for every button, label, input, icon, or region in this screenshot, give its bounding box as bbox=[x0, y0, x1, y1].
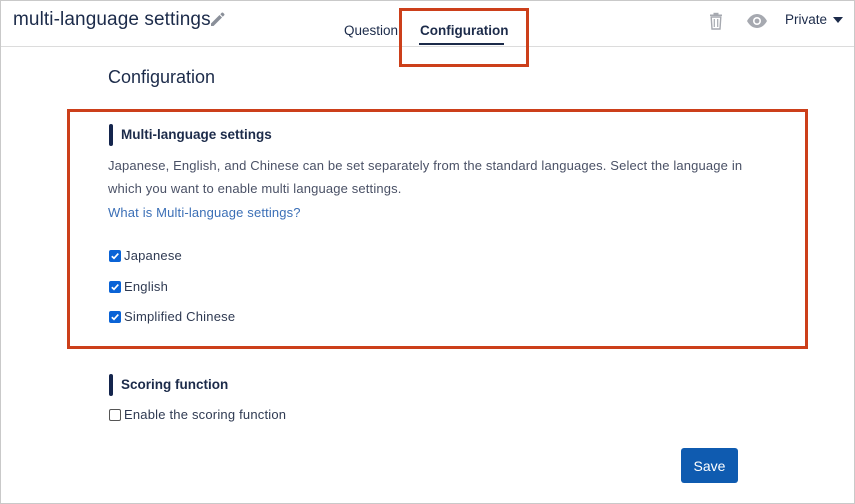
checkbox-label: Japanese bbox=[124, 248, 182, 263]
active-tab-indicator bbox=[419, 43, 504, 45]
pencil-icon[interactable] bbox=[208, 10, 226, 28]
visibility-dropdown[interactable]: Private bbox=[785, 12, 827, 27]
checkbox-label: Simplified Chinese bbox=[124, 309, 236, 324]
tab-question[interactable]: Question bbox=[344, 23, 398, 38]
checkbox-scoring[interactable]: Enable the scoring function bbox=[109, 407, 286, 422]
checkbox-label: Enable the scoring function bbox=[124, 407, 287, 422]
section-description: Japanese, English, and Chinese can be se… bbox=[108, 158, 743, 196]
help-link[interactable]: What is Multi-language settings? bbox=[108, 205, 301, 220]
checkbox-checked-icon[interactable] bbox=[109, 310, 121, 323]
section-title-scoring: Scoring function bbox=[121, 377, 229, 392]
tab-configuration[interactable]: Configuration bbox=[420, 23, 508, 38]
checkbox-label: English bbox=[124, 279, 169, 294]
checkbox-simplified-chinese[interactable]: Simplified Chinese bbox=[109, 309, 235, 324]
page-heading: multi-language settings bbox=[13, 9, 211, 30]
header-bar: multi-language settings Question Configu… bbox=[1, 1, 854, 47]
section-title-multi-language: Multi-language settings bbox=[121, 127, 272, 142]
checkbox-english[interactable]: English bbox=[109, 279, 168, 294]
eye-icon[interactable] bbox=[746, 11, 768, 31]
save-button[interactable]: Save bbox=[681, 448, 738, 483]
checkbox-japanese[interactable]: Japanese bbox=[109, 248, 182, 263]
checkbox-checked-icon[interactable] bbox=[109, 249, 121, 262]
checkbox-checked-icon[interactable] bbox=[109, 280, 121, 293]
chevron-down-icon[interactable] bbox=[833, 17, 843, 23]
trash-icon[interactable] bbox=[706, 11, 726, 31]
checkbox-unchecked-icon[interactable] bbox=[109, 408, 121, 421]
section-marker bbox=[109, 374, 113, 396]
section-marker bbox=[109, 124, 113, 146]
page-title: Configuration bbox=[108, 67, 216, 87]
